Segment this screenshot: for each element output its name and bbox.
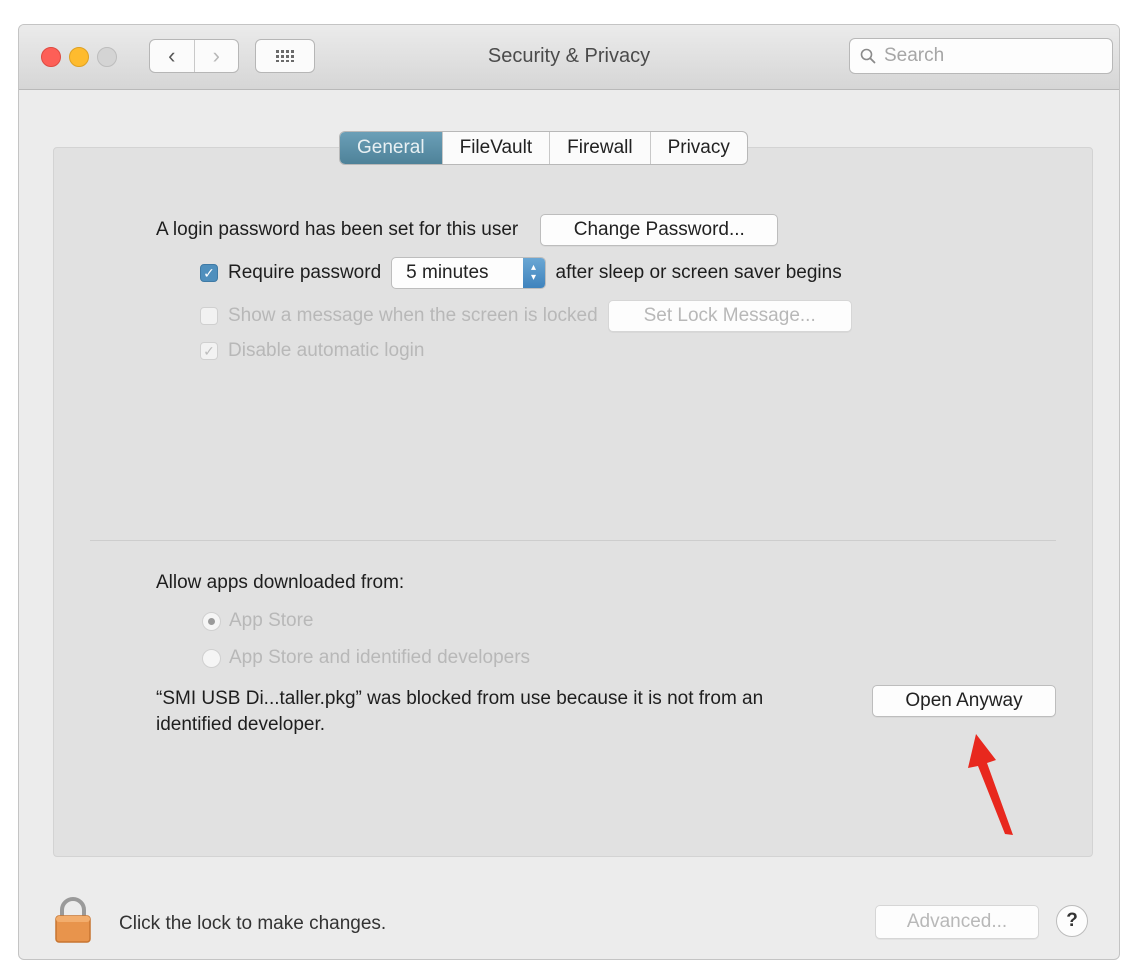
login-password-row: A login password has been set for this u… xyxy=(156,214,779,246)
stepper-arrows-icon: ▴ ▾ xyxy=(522,258,545,288)
security-privacy-window: ‹ › Security & Privacy G xyxy=(18,24,1120,960)
identified-developers-radio[interactable] xyxy=(202,648,221,668)
disable-autologin-label: Disable automatic login xyxy=(228,340,425,361)
require-password-suffix: after sleep or screen saver begins xyxy=(555,262,842,283)
open-anyway-button[interactable]: Open Anyway xyxy=(872,685,1056,717)
tab-general[interactable]: General xyxy=(340,132,442,164)
tab-bar: General FileVault Firewall Privacy xyxy=(339,131,748,165)
disable-autologin-row: ✓ Disable automatic login xyxy=(200,340,424,362)
section-divider xyxy=(90,540,1056,541)
require-password-checkbox[interactable]: ✓ xyxy=(200,264,218,282)
password-delay-value: 5 minutes xyxy=(406,262,489,283)
tab-firewall[interactable]: Firewall xyxy=(549,132,649,164)
disable-autologin-checkbox[interactable]: ✓ xyxy=(200,342,218,360)
app-store-radio[interactable] xyxy=(202,611,221,631)
title-bar: ‹ › Security & Privacy xyxy=(19,25,1119,90)
search-field[interactable] xyxy=(849,38,1113,74)
app-store-label: App Store xyxy=(229,610,314,631)
tab-privacy[interactable]: Privacy xyxy=(649,132,747,164)
help-button[interactable]: ? xyxy=(1056,905,1088,937)
set-lock-message-button[interactable]: Set Lock Message... xyxy=(607,300,852,332)
advanced-button[interactable]: Advanced... xyxy=(875,905,1039,939)
require-password-row: ✓ Require password 5 minutes ▴ ▾ after sl… xyxy=(200,257,842,289)
allow-apps-heading-row: Allow apps downloaded from: xyxy=(156,572,404,594)
show-message-label: Show a message when the screen is locked xyxy=(228,305,598,326)
password-delay-select[interactable]: 5 minutes ▴ ▾ xyxy=(391,257,546,289)
allow-apps-heading: Allow apps downloaded from: xyxy=(156,572,405,593)
show-message-checkbox[interactable] xyxy=(200,307,218,325)
app-store-option[interactable]: App Store xyxy=(202,610,314,632)
show-message-row: Show a message when the screen is locked… xyxy=(200,300,852,332)
tab-filevault[interactable]: FileVault xyxy=(441,132,550,164)
identified-developers-option[interactable]: App Store and identified developers xyxy=(202,647,530,669)
lock-icon[interactable] xyxy=(53,895,93,945)
blocked-message: “SMI USB Di...taller.pkg” was blocked fr… xyxy=(156,688,764,735)
change-password-button[interactable]: Change Password... xyxy=(540,214,779,246)
login-password-text: A login password has been set for this u… xyxy=(156,219,519,240)
search-input[interactable] xyxy=(882,44,1096,68)
require-password-label: Require password xyxy=(228,262,382,283)
lock-hint-text: Click the lock to make changes. xyxy=(119,913,387,934)
identified-developers-label: App Store and identified developers xyxy=(229,647,531,668)
search-icon xyxy=(860,48,876,64)
general-panel: A login password has been set for this u… xyxy=(53,147,1093,857)
